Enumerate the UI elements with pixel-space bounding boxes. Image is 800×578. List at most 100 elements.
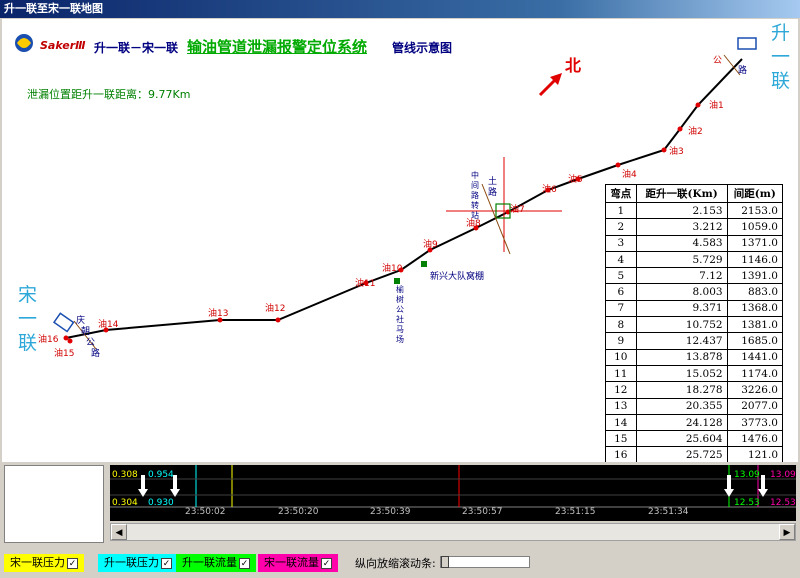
cell-spacing: 1391.0 bbox=[726, 267, 784, 285]
table-row: 16 25.725 121.0 bbox=[605, 446, 784, 462]
road-label-left-4: 路 bbox=[91, 349, 101, 359]
trend-left2-bottom: 0.930 bbox=[148, 498, 174, 508]
mid-road-label-1: 中 间 路 转 站 bbox=[471, 171, 479, 220]
trend-time-1: 23:50:02 bbox=[185, 507, 226, 517]
zoom-scroll-label: 纵向放缩滚动条: bbox=[355, 557, 436, 570]
trend-panel: 0.308 0.304 0.954 0.930 13.09 12.53 13.0… bbox=[2, 463, 798, 549]
station-box-right bbox=[737, 37, 757, 50]
point-label-5: 油5 bbox=[568, 175, 583, 185]
zoom-slider[interactable] bbox=[440, 556, 530, 568]
north-arrow-icon bbox=[538, 73, 562, 97]
legend-label: 升一联流量 bbox=[182, 556, 237, 569]
cell-point: 3 bbox=[605, 234, 637, 252]
cell-point: 16 bbox=[605, 446, 637, 462]
village-marker-1 bbox=[421, 261, 427, 267]
legend-sheng-flow[interactable]: 升一联流量 ✓ bbox=[176, 554, 256, 572]
cell-point: 7 bbox=[605, 299, 637, 318]
point-label-11: 油11 bbox=[355, 279, 376, 289]
point-label-13: 油13 bbox=[208, 309, 229, 319]
saker-logo-icon bbox=[15, 34, 33, 52]
legend-checkbox[interactable]: ✓ bbox=[239, 557, 250, 569]
trend-marker-left-icon bbox=[138, 475, 148, 497]
table-row: 10 13.878 1441.0 bbox=[605, 348, 784, 366]
cell-distance: 25.604 bbox=[635, 430, 728, 448]
legend-label: 宋一联流量 bbox=[264, 556, 319, 569]
cell-point: 1 bbox=[605, 201, 637, 220]
road-label-top-1: 公 bbox=[713, 56, 723, 66]
scroll-left-icon[interactable]: ◀ bbox=[111, 524, 127, 540]
cell-distance: 8.003 bbox=[635, 283, 728, 301]
col-header-distance: 距升一联(Km) bbox=[635, 184, 728, 203]
village-label-1: 新兴大队窝棚 bbox=[430, 272, 485, 282]
cell-point: 4 bbox=[605, 250, 637, 269]
cell-distance: 9.371 bbox=[635, 299, 728, 318]
legend-label: 宋一联压力 bbox=[10, 556, 65, 569]
cell-distance: 20.355 bbox=[635, 397, 728, 415]
table-row: 14 24.128 3773.0 bbox=[605, 413, 784, 432]
village-label-2: 榆树公社马场 bbox=[396, 285, 404, 344]
cell-distance: 25.725 bbox=[635, 446, 728, 462]
legend-checkbox[interactable]: ✓ bbox=[321, 557, 332, 569]
trend-marker-right-icon bbox=[724, 475, 734, 497]
map-window: 升一联至宋一联地图 SakerⅢ 升一联－宋一联 输油管道泄漏报警定位系统 管线… bbox=[0, 0, 800, 578]
pipeline-map: SakerⅢ 升一联－宋一联 输油管道泄漏报警定位系统 管线示意图 泄漏位置距升… bbox=[2, 19, 798, 462]
trend-right2-bottom: 12.53 bbox=[770, 498, 796, 508]
trend-left-top: 0.308 bbox=[112, 470, 138, 480]
cell-point: 10 bbox=[605, 348, 637, 366]
trend-right-top: 13.09 bbox=[734, 470, 760, 480]
table-row: 15 25.604 1476.0 bbox=[605, 430, 784, 448]
trend-time-5: 23:51:15 bbox=[555, 507, 596, 517]
cell-spacing: 1059.0 bbox=[726, 218, 784, 236]
table-row: 8 10.752 1381.0 bbox=[605, 316, 784, 334]
cell-spacing: 1441.0 bbox=[726, 348, 784, 366]
zoom-slider-thumb[interactable] bbox=[441, 556, 449, 568]
cell-spacing: 1381.0 bbox=[726, 316, 784, 334]
trend-left-bottom: 0.304 bbox=[112, 498, 138, 508]
point-label-4: 油4 bbox=[622, 170, 637, 180]
table-body: 1 2.153 2153.0 2 3.212 1059.0 3 4.583 1371.0 4 5.7… bbox=[605, 201, 784, 462]
point-label-10: 油10 bbox=[382, 264, 403, 274]
village-marker-2 bbox=[394, 278, 400, 284]
trend-time-3: 23:50:39 bbox=[370, 507, 411, 517]
point-label-3: 油3 bbox=[669, 147, 684, 157]
legend-song-pressure[interactable]: 宋一联压力 ✓ bbox=[4, 554, 84, 572]
cell-spacing: 1146.0 bbox=[726, 250, 784, 269]
cell-distance: 7.12 bbox=[635, 267, 728, 285]
info-box bbox=[4, 465, 104, 543]
map-subtitle: 管线示意图 bbox=[392, 41, 453, 55]
end-label-right: 升一联 bbox=[771, 22, 791, 92]
legend-checkbox[interactable]: ✓ bbox=[67, 557, 78, 569]
point-label-14: 油14 bbox=[98, 320, 119, 330]
cell-point: 13 bbox=[605, 397, 637, 415]
end-label-left: 宋一联 bbox=[18, 284, 38, 354]
cell-spacing: 121.0 bbox=[726, 446, 784, 462]
leak-distance-text: 泄漏位置距升一联距离：9.77Km bbox=[27, 88, 191, 101]
table-row: 1 2.153 2153.0 bbox=[605, 201, 784, 220]
cell-point: 8 bbox=[605, 316, 637, 334]
cell-distance: 24.128 bbox=[635, 413, 728, 432]
point-label-12: 油12 bbox=[265, 304, 286, 314]
table-row: 3 4.583 1371.0 bbox=[605, 234, 784, 252]
legend-sheng-pressure[interactable]: 升一联压力 ✓ bbox=[98, 554, 178, 572]
station-box-left bbox=[52, 312, 75, 333]
cell-point: 12 bbox=[605, 381, 637, 399]
scroll-right-icon[interactable]: ▶ bbox=[779, 524, 795, 540]
table-row: 7 9.371 1368.0 bbox=[605, 299, 784, 318]
table-header-row: 弯点 距升一联(Km) 间距(m) bbox=[605, 184, 784, 203]
trend-left2-top: 0.954 bbox=[148, 470, 174, 480]
legend-checkbox[interactable]: ✓ bbox=[161, 557, 172, 569]
cell-distance: 13.878 bbox=[635, 348, 728, 366]
legend-song-flow[interactable]: 宋一联流量 ✓ bbox=[258, 554, 338, 572]
cell-spacing: 1685.0 bbox=[726, 332, 784, 350]
cell-point: 5 bbox=[605, 267, 637, 285]
cell-spacing: 1174.0 bbox=[726, 364, 784, 383]
cell-spacing: 2077.0 bbox=[726, 397, 784, 415]
table-row: 11 15.052 1174.0 bbox=[605, 364, 784, 383]
footer-bar: 宋一联压力 ✓ 升一联压力 ✓ 升一联流量 ✓ 宋一联流量 ✓ 纵向放缩滚动条: bbox=[0, 550, 800, 578]
table-row: 2 3.212 1059.0 bbox=[605, 218, 784, 236]
cell-distance: 18.278 bbox=[635, 381, 728, 399]
trend-time-6: 23:51:34 bbox=[648, 507, 689, 517]
trend-scrollbar[interactable]: ◀ ▶ bbox=[110, 523, 796, 541]
system-title: 输油管道泄漏报警定位系统 bbox=[187, 38, 368, 56]
cell-spacing: 1371.0 bbox=[726, 234, 784, 252]
